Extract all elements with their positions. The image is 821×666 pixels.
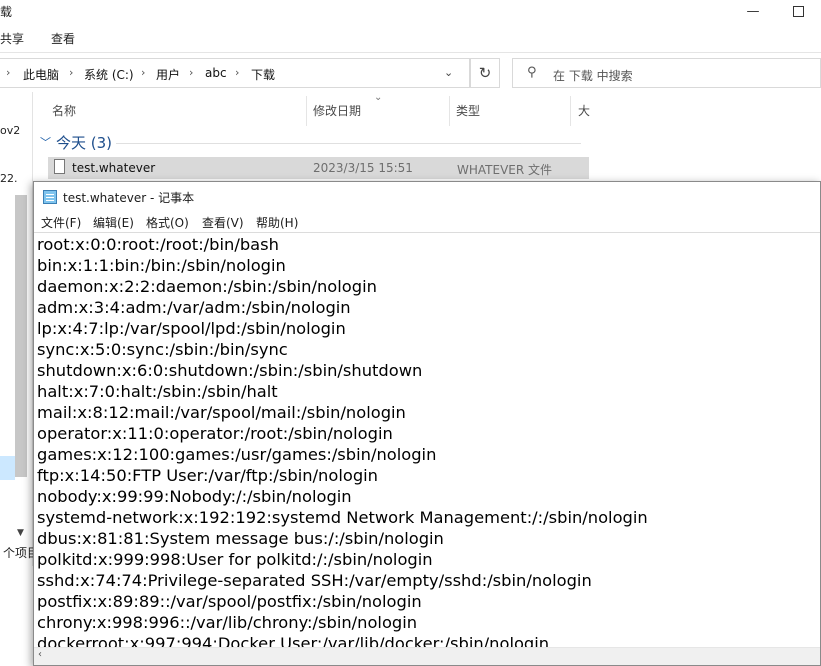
group-header-today[interactable]: ﹀ 今天 (3)	[40, 132, 600, 152]
column-header-type[interactable]: 类型	[450, 96, 570, 124]
file-icon	[54, 159, 65, 174]
breadcrumb-downloads[interactable]: 下载	[251, 66, 275, 83]
horizontal-scrollbar[interactable]: ‹	[34, 647, 820, 665]
nav-item-fragment[interactable]: ov2	[0, 124, 20, 137]
text-line: adm:x:3:4:adm:/var/adm:/sbin/nologin	[37, 298, 351, 317]
breadcrumb-system-c[interactable]: 系统 (C:)	[84, 66, 134, 83]
menu-view[interactable]: 查看(V)	[202, 214, 244, 231]
text-line: systemd-network:x:192:192:systemd Networ…	[37, 508, 648, 527]
chevron-down-icon[interactable]: ﹀	[40, 134, 51, 150]
text-line: halt:x:7:0:halt:/sbin:/sbin/halt	[37, 382, 278, 401]
column-header-name[interactable]: 名称	[40, 96, 306, 124]
text-line: mail:x:8:12:mail:/var/spool/mail:/sbin/n…	[37, 403, 406, 422]
group-label: 今天 (3)	[56, 134, 113, 152]
column-label: 名称	[52, 104, 77, 118]
file-name: test.whatever	[72, 161, 156, 175]
menu-format[interactable]: 格式(O)	[146, 214, 189, 231]
search-placeholder: 在 下载 中搜索	[553, 69, 633, 83]
search-icon: ⚲	[527, 65, 537, 80]
text-line: games:x:12:100:games:/usr/games:/sbin/no…	[37, 445, 437, 464]
text-line: polkitd:x:999:998:User for polkitd:/:/sb…	[37, 550, 433, 569]
chevron-down-icon[interactable]: ⌄	[444, 66, 453, 79]
nav-item-fragment[interactable]: 22.	[0, 172, 18, 185]
menu-bar: 文件(F) 编辑(E) 格式(O) 查看(V) 帮助(H)	[34, 213, 820, 232]
scroll-left-icon[interactable]: ‹	[38, 649, 42, 660]
menu-edit[interactable]: 编辑(E)	[93, 214, 134, 231]
maximize-button[interactable]	[775, 0, 821, 22]
breadcrumb-this-pc[interactable]: 此电脑	[23, 66, 59, 83]
notepad-icon	[43, 190, 57, 204]
scroll-down-icon[interactable]: ▼	[17, 528, 24, 538]
group-divider	[116, 143, 581, 144]
ribbon-tabs: 共享 查看	[0, 30, 821, 50]
explorer-title: 载	[0, 5, 13, 19]
notepad-title-bar[interactable]: test.whatever - 记事本	[34, 182, 820, 213]
text-line: root:x:0:0:root:/root:/bin/bash	[37, 235, 279, 254]
nav-selected-item[interactable]	[0, 456, 15, 480]
text-line: sshd:x:74:74:Privilege-separated SSH:/va…	[37, 571, 592, 590]
ribbon-divider	[0, 52, 821, 53]
address-bar[interactable]: › 此电脑 › 系统 (C:) › 用户 › abc › 下载 ⌄	[0, 58, 470, 88]
text-line: dbus:x:81:81:System message bus:/:/sbin/…	[37, 529, 444, 548]
explorer-title-bar: 载 —	[0, 0, 821, 22]
refresh-button[interactable]: ↻	[470, 58, 500, 88]
file-date: 2023/3/15 15:51	[313, 161, 413, 175]
nav-scrollbar[interactable]	[15, 195, 27, 477]
chevron-right-icon: ›	[189, 66, 194, 79]
text-lines: root:x:0:0:root:/root:/bin/bash bin:x:1:…	[37, 234, 648, 649]
chevron-right-icon: ›	[6, 66, 11, 79]
breadcrumb-users[interactable]: 用户	[156, 66, 180, 83]
text-line: operator:x:11:0:operator:/root:/sbin/nol…	[37, 424, 393, 443]
text-line: bin:x:1:1:bin:/bin:/sbin/nologin	[37, 256, 286, 275]
text-line: daemon:x:2:2:daemon:/sbin:/sbin/nologin	[37, 277, 377, 296]
text-line: chrony:x:998:996::/var/lib/chrony:/sbin/…	[37, 613, 418, 632]
notepad-title: test.whatever - 记事本	[63, 191, 195, 205]
file-type: WHATEVER 文件	[457, 163, 553, 177]
text-line: postfix:x:89:89::/var/spool/postfix:/sbi…	[37, 592, 422, 611]
chevron-right-icon: ›	[235, 66, 240, 79]
ribbon-tab-share[interactable]: 共享	[0, 30, 24, 47]
column-header-date[interactable]: 修改日期	[307, 96, 449, 124]
text-line: lp:x:4:7:lp:/var/spool/lpd:/sbin/nologin	[37, 319, 346, 338]
search-input[interactable]: ⚲ 在 下载 中搜索	[512, 58, 821, 88]
table-row[interactable]: test.whatever 2023/3/15 15:51 WHATEVER 文…	[48, 157, 589, 179]
text-line: nobody:x:99:99:Nobody:/:/sbin/nologin	[37, 487, 352, 506]
refresh-icon: ↻	[478, 64, 492, 82]
maximize-icon	[792, 5, 804, 17]
text-line: sync:x:5:0:sync:/sbin:/bin/sync	[37, 340, 288, 359]
column-header-size[interactable]: 大	[571, 96, 601, 124]
chevron-right-icon: ›	[69, 66, 74, 79]
text-editor-area[interactable]: root:x:0:0:root:/root:/bin/bash bin:x:1:…	[34, 232, 820, 649]
notepad-window[interactable]: test.whatever - 记事本 文件(F) 编辑(E) 格式(O) 查看…	[33, 181, 821, 666]
chevron-right-icon: ›	[141, 66, 146, 79]
text-line: ftp:x:14:50:FTP User:/var/ftp:/sbin/nolo…	[37, 466, 378, 485]
menu-file[interactable]: 文件(F)	[41, 214, 81, 231]
menu-help[interactable]: 帮助(H)	[256, 214, 298, 231]
text-line: shutdown:x:6:0:shutdown:/sbin:/sbin/shut…	[37, 361, 423, 380]
minimize-button[interactable]: —	[730, 0, 776, 22]
breadcrumb-abc[interactable]: abc	[205, 66, 227, 80]
ribbon-tab-view[interactable]: 查看	[51, 30, 75, 47]
column-label: 修改日期	[313, 104, 362, 118]
column-label: 大	[578, 104, 591, 118]
column-label: 类型	[456, 104, 481, 118]
